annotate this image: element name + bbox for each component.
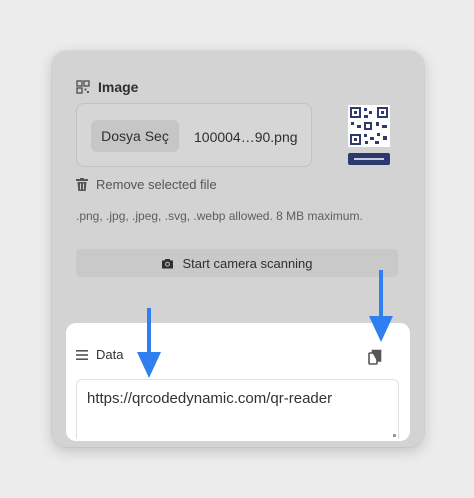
choose-file-label: Dosya Seç (101, 128, 169, 144)
decoded-data-textarea[interactable]: https://qrcodedynamic.com/qr-reader (76, 379, 399, 439)
qr-reader-card: Image Dosya Seç 100004…90.png Remove sel… (52, 51, 424, 447)
remove-file-button[interactable]: Remove selected file (76, 177, 217, 192)
camera-icon (161, 258, 174, 269)
qr-code-icon (76, 80, 90, 94)
image-section-title: Image (98, 79, 139, 95)
data-section-title: Data (96, 347, 124, 362)
data-section-header: Data (76, 347, 123, 362)
data-panel: Data https://qrcodedynamic.com/qr-reader (66, 323, 410, 441)
choose-file-button[interactable]: Dosya Seç (91, 120, 179, 152)
arrow-down-icon (137, 308, 161, 378)
resize-handle-icon[interactable] (393, 434, 396, 437)
trash-icon (76, 178, 88, 191)
copy-icon (368, 349, 382, 365)
arrow-down-icon (369, 270, 393, 342)
start-camera-scanning-button[interactable]: Start camera scanning (76, 249, 398, 277)
menu-lines-icon (76, 349, 88, 360)
decoded-data-value: https://qrcodedynamic.com/qr-reader (87, 390, 333, 407)
start-camera-label: Start camera scanning (182, 255, 313, 271)
file-input[interactable]: Dosya Seç 100004…90.png (76, 103, 312, 167)
copy-button[interactable] (368, 349, 386, 367)
allowed-formats-help: .png, .jpg, .jpeg, .svg, .webp allowed. … (76, 209, 363, 223)
image-section-header: Image (76, 79, 138, 95)
remove-file-label: Remove selected file (96, 177, 217, 192)
qr-preview-image (346, 103, 392, 167)
selected-file-name: 100004…90.png (194, 129, 298, 145)
